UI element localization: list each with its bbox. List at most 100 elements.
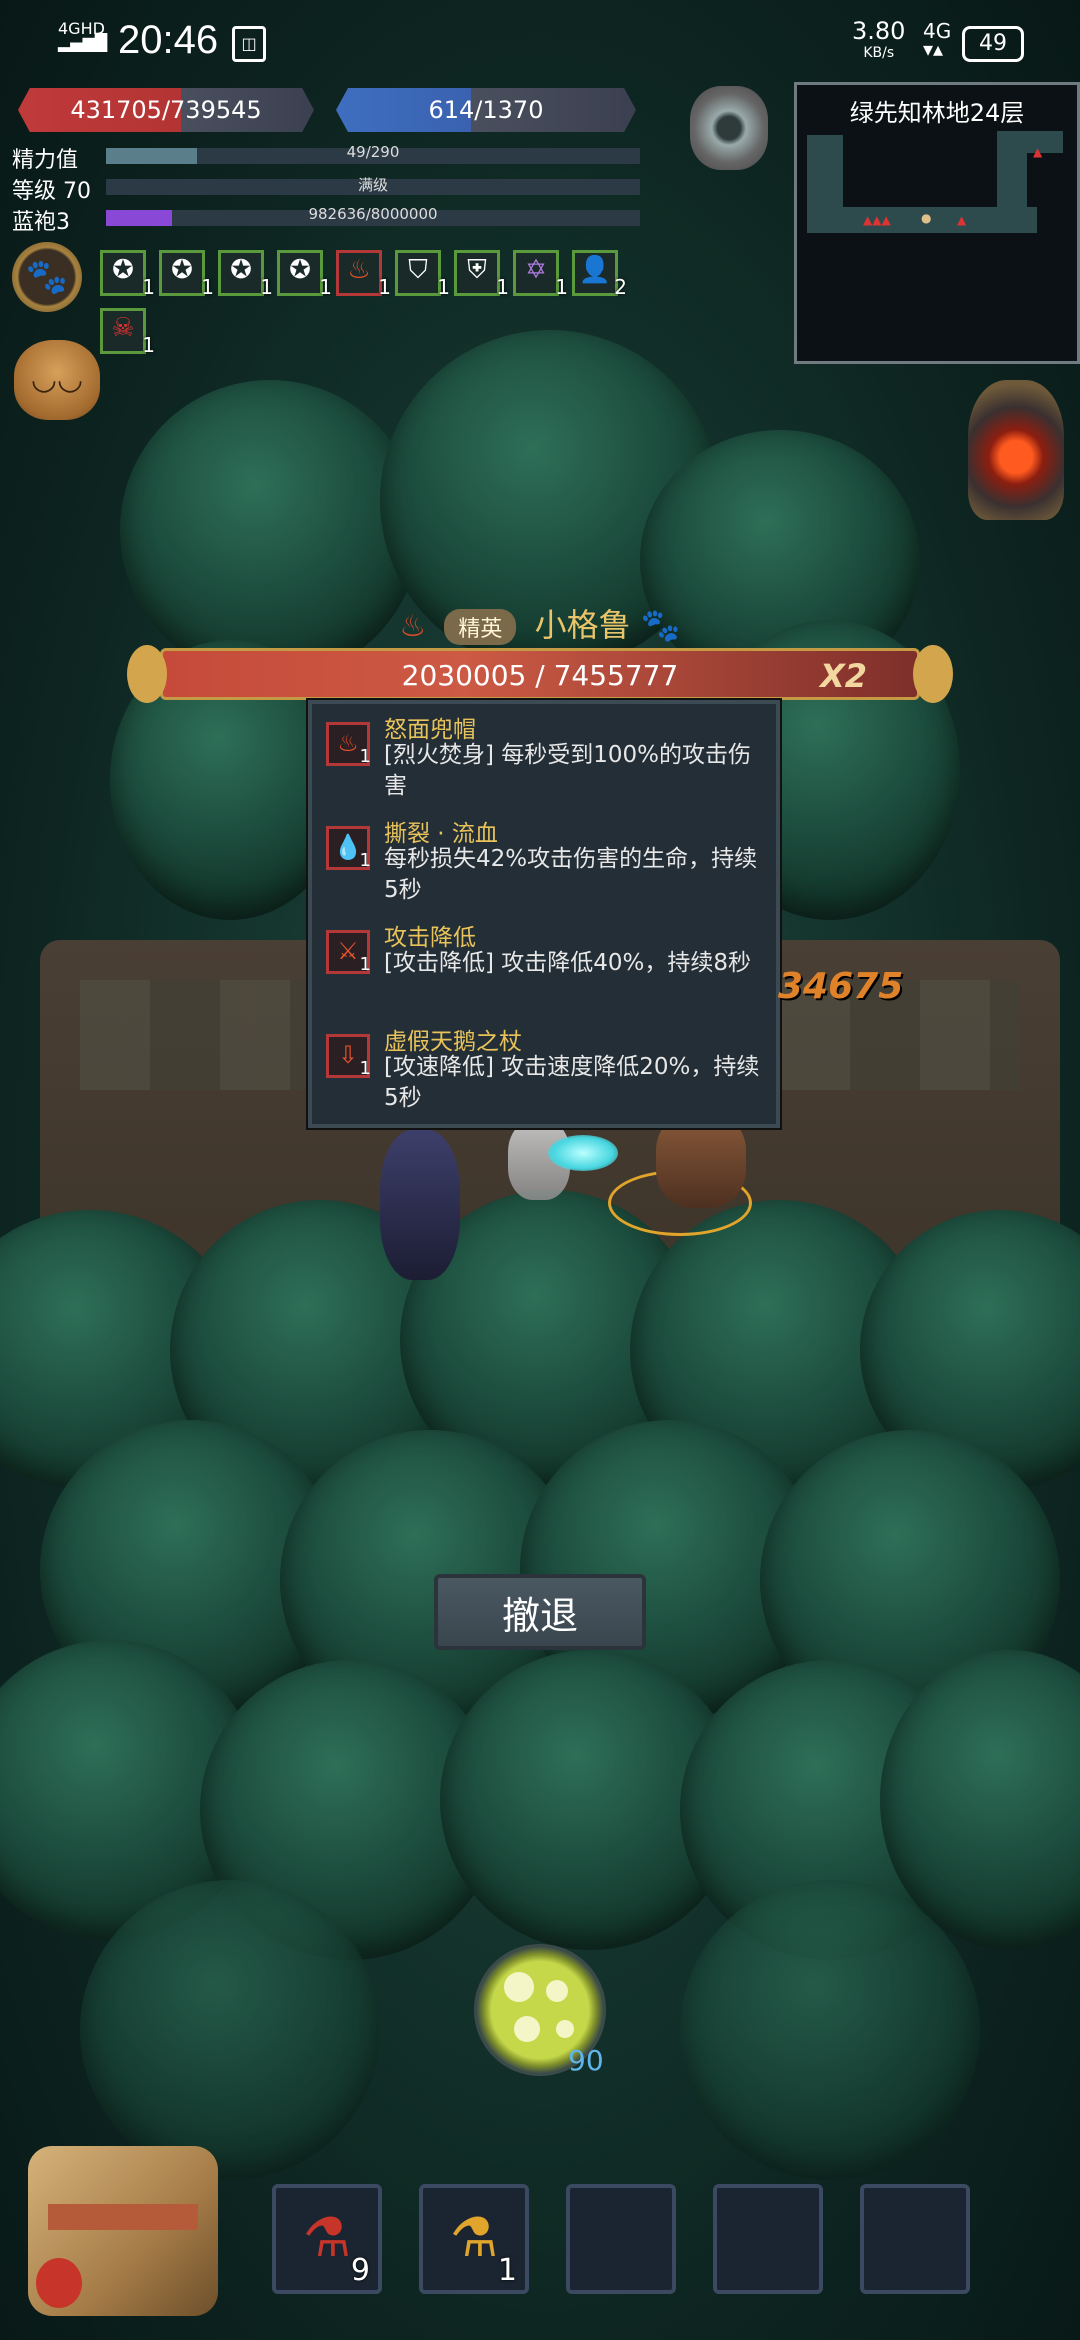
tree xyxy=(680,1880,980,2180)
stat-level-value: 满级 xyxy=(357,176,388,194)
retreat-button[interactable]: 撤退 xyxy=(434,1574,646,1650)
buff-shield-arrow-icon[interactable]: ⛨ 1 xyxy=(454,250,509,299)
portal-icon[interactable] xyxy=(690,86,768,170)
boss-hp-text: 2030005 / 7455777 xyxy=(401,659,679,692)
energy-projectile xyxy=(548,1135,618,1171)
buff-count: 1 xyxy=(437,275,450,299)
stat-stamina-label: 精力值 xyxy=(12,148,79,173)
floor-title: 绿先知林地24层 xyxy=(849,99,1025,127)
bar-cap-right xyxy=(913,645,953,703)
minimap-player-marker: ● xyxy=(921,211,932,225)
status-bar: 4GHD ▂▄▆█ 20:46 ◫ 3.80 KB/s 4G ▾▴ 49 xyxy=(0,0,1080,80)
player-character[interactable] xyxy=(380,1130,460,1280)
inventory-slot[interactable] xyxy=(860,2184,970,2294)
debuff-icon-box: ⚔ 1 xyxy=(326,930,371,975)
blood-skull-icon: ☠ xyxy=(111,313,135,343)
stat-rank-bar: 982636/8000000 xyxy=(106,205,640,226)
debuff-tooltip: ♨ 1 怒面兜帽 [烈火焚身] 每秒受到100%的攻击伤害 💧 1 撕裂 · 流血 … xyxy=(308,700,780,1128)
inventory-slot[interactable] xyxy=(713,2184,823,2294)
skill-spot xyxy=(504,1972,534,2002)
item-count: 9 xyxy=(350,2253,370,2288)
debuff-count: 1 xyxy=(359,746,371,767)
player-mp-bar: 614/1370 xyxy=(336,88,636,132)
pet-paw-icon[interactable]: 🐾 xyxy=(12,242,82,312)
skill-spot xyxy=(546,1980,568,2002)
fire-icon: ♨ xyxy=(347,255,371,285)
stat-stamina-value: 49/290 xyxy=(346,143,400,161)
debuff-title: 怒面兜帽 xyxy=(384,717,476,743)
buff-star-badge-icon[interactable]: ✪ 1 xyxy=(159,250,214,299)
buff-count: 1 xyxy=(201,275,214,299)
inventory-slot[interactable]: ⚗ 1 xyxy=(419,2184,529,2294)
minimap-exit-marker: ▲ xyxy=(957,213,967,227)
inventory-slot[interactable]: ⚗ 9 xyxy=(272,2184,382,2294)
minimap-exit-marker: ▲ xyxy=(1033,145,1043,159)
buff-count: 1 xyxy=(496,275,509,299)
debuff-title: 虚假天鹅之杖 xyxy=(384,1029,522,1055)
buff-count: 1 xyxy=(378,275,391,299)
inventory-slot[interactable] xyxy=(566,2184,676,2294)
player-mp-text: 614/1370 xyxy=(428,96,544,124)
debuff-desc: [烈火焚身] 每秒受到100%的攻击伤害 xyxy=(384,742,752,799)
boss-multiplier: X2 xyxy=(820,657,867,695)
bag-strap xyxy=(48,2204,198,2230)
calendar-icon: ◫ xyxy=(232,26,266,62)
brazier-icon[interactable] xyxy=(968,380,1064,520)
debuff-title: 攻击降低 xyxy=(384,925,476,951)
buff-star-badge-icon[interactable]: ✪ 1 xyxy=(218,250,273,299)
paw-icon: 🐾 xyxy=(640,606,681,644)
buff-pentagram-icon[interactable]: ✡ 1 xyxy=(513,250,568,299)
frog-pet-icon[interactable]: ◡◡ xyxy=(14,340,100,420)
stat-stamina-bar: 49/290 xyxy=(106,143,640,164)
buff-count: 1 xyxy=(142,333,155,357)
debuff-count: 1 xyxy=(359,954,371,975)
battery-icon: 49 xyxy=(962,26,1024,62)
backpack-icon[interactable] xyxy=(28,2146,218,2316)
debuff-desc: 每秒损失42%攻击伤害的生命，持续5秒 xyxy=(384,846,758,903)
item-count: 1 xyxy=(497,2253,517,2288)
buff-shield-icon[interactable]: ⛉ 1 xyxy=(395,250,450,299)
debuff-icon-box: ♨ 1 xyxy=(326,722,371,767)
star-badge-icon: ✪ xyxy=(289,255,311,285)
debuff-title: 撕裂 · 流血 xyxy=(384,821,498,847)
stat-level-bar: 满级 xyxy=(106,176,640,195)
pentagram-icon: ✡ xyxy=(525,255,547,285)
buff-star-badge-icon[interactable]: ✪ 1 xyxy=(100,250,155,299)
debuff-count: 1 xyxy=(359,850,371,871)
fire-icon: ♨ xyxy=(399,609,427,644)
boss-hp-bar: 2030005 / 7455777 X2 xyxy=(127,645,953,703)
battery-level: 49 xyxy=(979,31,1007,56)
minimap-enemy-marker: ▲▲▲ xyxy=(863,213,891,227)
boss-name: 小格鲁 xyxy=(534,606,631,644)
star-badge-icon: ✪ xyxy=(112,255,134,285)
debuff-count: 1 xyxy=(359,1058,371,1079)
bar-cap-left xyxy=(127,645,167,703)
minimap-room xyxy=(997,131,1063,153)
buff-count: 1 xyxy=(142,275,155,299)
skill-count: 90 xyxy=(568,2044,604,2077)
shield-icon: ⛉ xyxy=(408,255,428,285)
stat-rank-value: 982636/8000000 xyxy=(308,205,438,223)
skill-spot xyxy=(514,2016,540,2042)
buff-fire-icon[interactable]: ♨ 1 xyxy=(336,250,391,299)
bag-potion xyxy=(36,2258,82,2308)
network-speed: 3.80 KB/s xyxy=(852,19,905,64)
elite-tag: 精英 xyxy=(444,609,517,645)
stat-level-label: 等级 70 xyxy=(12,179,91,204)
boss-header: ♨ 精英 小格鲁 🐾 xyxy=(0,600,1080,646)
minimap[interactable]: 绿先知林地24层 ▲▲▲ ● ▲ ▲ xyxy=(794,82,1080,364)
debuff-desc: [攻速降低] 攻击速度降低20%，持续5秒 xyxy=(384,1054,760,1111)
debuff-desc: [攻击降低] 攻击降低40%，持续8秒 xyxy=(384,950,752,976)
tree xyxy=(80,1880,380,2180)
buff-ghost-icon[interactable]: 👤 2 xyxy=(572,250,627,299)
clock: 20:46 xyxy=(118,18,219,62)
buff-blood-skull-icon[interactable]: ☠ 1 xyxy=(100,308,155,357)
stat-rank-label: 蓝袍3 xyxy=(12,210,70,235)
buff-count: 1 xyxy=(319,275,332,299)
network-type: 4GHD xyxy=(58,19,105,38)
buff-count: 2 xyxy=(614,275,627,299)
buff-star-badge-icon[interactable]: ✪ 1 xyxy=(277,250,332,299)
debuff-icon-box: ⇩ 1 xyxy=(326,1034,371,1079)
shield-arrow-icon: ⛨ xyxy=(467,255,487,285)
mobile-network-icon: 4G ▾▴ xyxy=(923,19,952,61)
